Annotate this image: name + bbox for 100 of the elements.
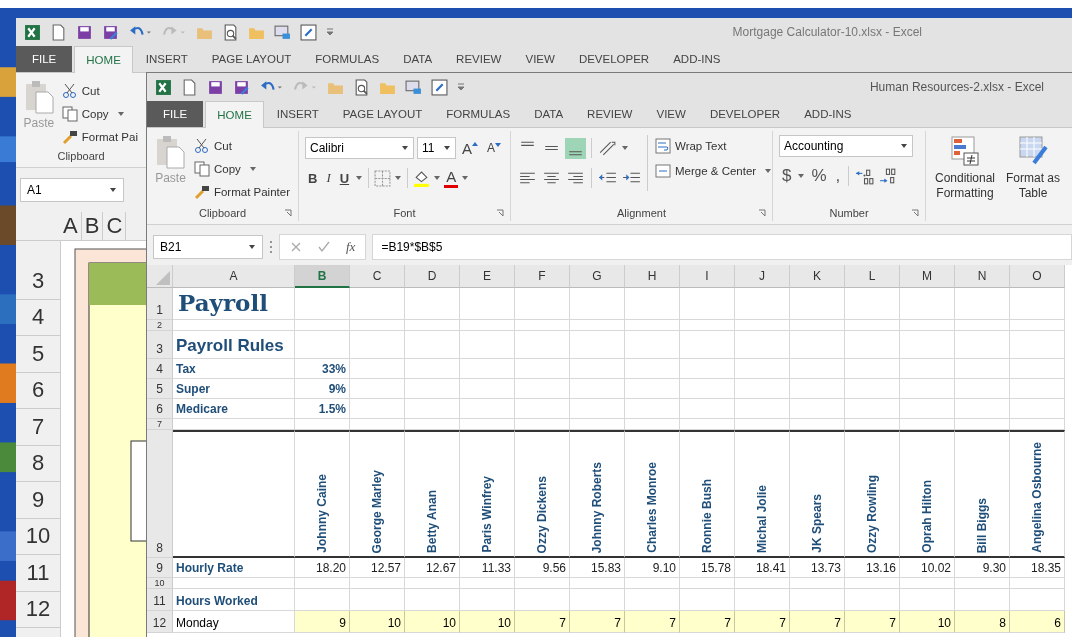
ribbon-tab[interactable]: HOME (205, 101, 264, 128)
ribbon-tab[interactable]: INSERT (134, 46, 199, 72)
caret-icon[interactable] (394, 175, 403, 181)
font-name-dropdown[interactable]: Calibri (305, 137, 414, 159)
row-header[interactable]: 3 (147, 331, 173, 359)
row-header[interactable]: 11 (16, 555, 60, 592)
borders-icon[interactable] (374, 169, 392, 187)
ribbon-tab[interactable]: REVIEW (445, 46, 513, 72)
formula-input[interactable]: =B19*$B$5 (372, 234, 1072, 260)
ribbon-tab[interactable]: HOME (74, 46, 133, 73)
row-header[interactable]: 12 (16, 591, 60, 628)
font-size-dropdown[interactable]: 11 (416, 137, 456, 159)
row-header[interactable]: 1 (147, 288, 173, 320)
column-header[interactable]: B (295, 265, 350, 288)
ribbon-tab[interactable]: FORMULAS (304, 46, 391, 72)
row-header[interactable]: 4 (147, 359, 173, 379)
underline-button[interactable]: U (336, 170, 353, 186)
column-header[interactable]: O (1010, 265, 1065, 288)
number-format-dropdown[interactable]: Accounting (779, 135, 913, 157)
row-header[interactable]: 9 (147, 558, 173, 578)
column-header[interactable]: J (735, 265, 790, 288)
name-box[interactable]: B21 (153, 235, 263, 259)
row-header[interactable]: 7 (147, 419, 173, 430)
wrap-text-button[interactable]: Wrap Text (653, 135, 775, 156)
column-header[interactable]: C (103, 212, 127, 240)
column-header[interactable]: K (790, 265, 845, 288)
ribbon-tab[interactable]: VIEW (645, 101, 697, 127)
row-header[interactable]: 7 (16, 409, 60, 446)
dialog-launcher-icon[interactable] (911, 209, 919, 217)
ribbon-tab[interactable]: ADD-INS (793, 101, 863, 127)
format-painter-button[interactable]: Format Painter (191, 181, 292, 202)
caret-icon[interactable] (461, 175, 470, 181)
font-color-button[interactable]: A (444, 168, 459, 188)
excel-logo-icon[interactable] (24, 23, 41, 41)
cut-button[interactable]: Cut (191, 135, 292, 156)
row-header[interactable]: 8 (16, 445, 60, 482)
ribbon-tab[interactable]: ADD-INS (662, 46, 732, 72)
print-preview-icon[interactable] (353, 78, 370, 96)
column-header[interactable]: G (570, 265, 625, 288)
ribbon-tab[interactable]: DEVELOPER (567, 46, 661, 72)
ribbon-tab[interactable]: DATA (392, 46, 444, 72)
row-header[interactable]: 9 (16, 482, 60, 519)
caret-icon[interactable] (621, 145, 629, 151)
customize-caret-icon[interactable] (326, 27, 334, 37)
column-header[interactable]: E (460, 265, 515, 288)
copy-button[interactable]: Copy (191, 158, 292, 179)
new-file-icon[interactable] (50, 23, 67, 41)
screen-icon[interactable] (405, 78, 422, 96)
column-header[interactable]: N (955, 265, 1010, 288)
row-header[interactable]: 12 (147, 611, 173, 633)
caret-icon[interactable] (433, 175, 442, 181)
ribbon-tab[interactable]: PAGE LAYOUT (331, 101, 434, 127)
bold-button[interactable]: B (305, 170, 321, 186)
row-header[interactable]: 11 (147, 589, 173, 611)
save-icon[interactable] (76, 23, 93, 41)
vertical-align-icon[interactable] (565, 137, 586, 159)
conditional-formatting-button[interactable]: Conditional Formatting (932, 135, 998, 221)
column-header[interactable]: H (625, 265, 680, 288)
row-header[interactable]: 2 (147, 320, 173, 331)
ribbon-tab[interactable]: DATA (523, 101, 575, 127)
row-header[interactable]: 6 (147, 399, 173, 419)
italic-button[interactable]: I (323, 170, 334, 186)
merge-center-button[interactable]: Merge & Center (653, 160, 775, 181)
column-header[interactable]: L (845, 265, 900, 288)
sheet-icon[interactable] (431, 78, 448, 96)
dialog-launcher-icon[interactable] (496, 209, 504, 217)
caret-icon[interactable] (355, 175, 364, 181)
save-icon[interactable] (207, 78, 224, 96)
dialog-launcher-icon[interactable] (284, 209, 292, 217)
row-header[interactable]: 4 (16, 299, 60, 336)
customize-caret-icon[interactable] (457, 82, 465, 92)
sheet-icon[interactable] (300, 23, 317, 41)
ribbon-tab[interactable]: FILE (147, 101, 204, 127)
print-preview-icon[interactable] (222, 23, 239, 41)
more-options-icon[interactable] (269, 240, 273, 254)
row-header[interactable]: 5 (16, 336, 60, 373)
column-header[interactable]: M (900, 265, 955, 288)
column-header[interactable]: F (515, 265, 570, 288)
format-painter-button[interactable]: Format Pai (59, 126, 140, 147)
ribbon-tab[interactable]: PAGE LAYOUT (200, 46, 303, 72)
column-header[interactable]: B (81, 212, 104, 240)
caret-icon[interactable] (797, 173, 806, 179)
screen-icon[interactable] (274, 23, 291, 41)
row-header[interactable]: 6 (16, 372, 60, 409)
row-header[interactable]: 8 (147, 430, 173, 558)
row-header[interactable]: 5 (147, 379, 173, 399)
comma-button[interactable]: , (832, 166, 844, 186)
ribbon-tab[interactable]: DEVELOPER (698, 101, 792, 127)
column-header[interactable]: D (405, 265, 460, 288)
row-header[interactable]: 10 (16, 518, 60, 555)
save-as-icon[interactable] (233, 78, 250, 96)
fill-color-icon[interactable] (413, 169, 431, 187)
row-header[interactable]: 3 (16, 263, 60, 300)
column-header[interactable]: I (680, 265, 735, 288)
row-header[interactable]: 10 (147, 578, 173, 589)
save-as-icon[interactable] (102, 23, 119, 41)
ribbon-tab[interactable]: VIEW (514, 46, 566, 72)
grow-font-button[interactable]: A (458, 139, 481, 157)
new-file-icon[interactable] (181, 78, 198, 96)
ribbon-tab[interactable]: FORMULAS (435, 101, 522, 127)
